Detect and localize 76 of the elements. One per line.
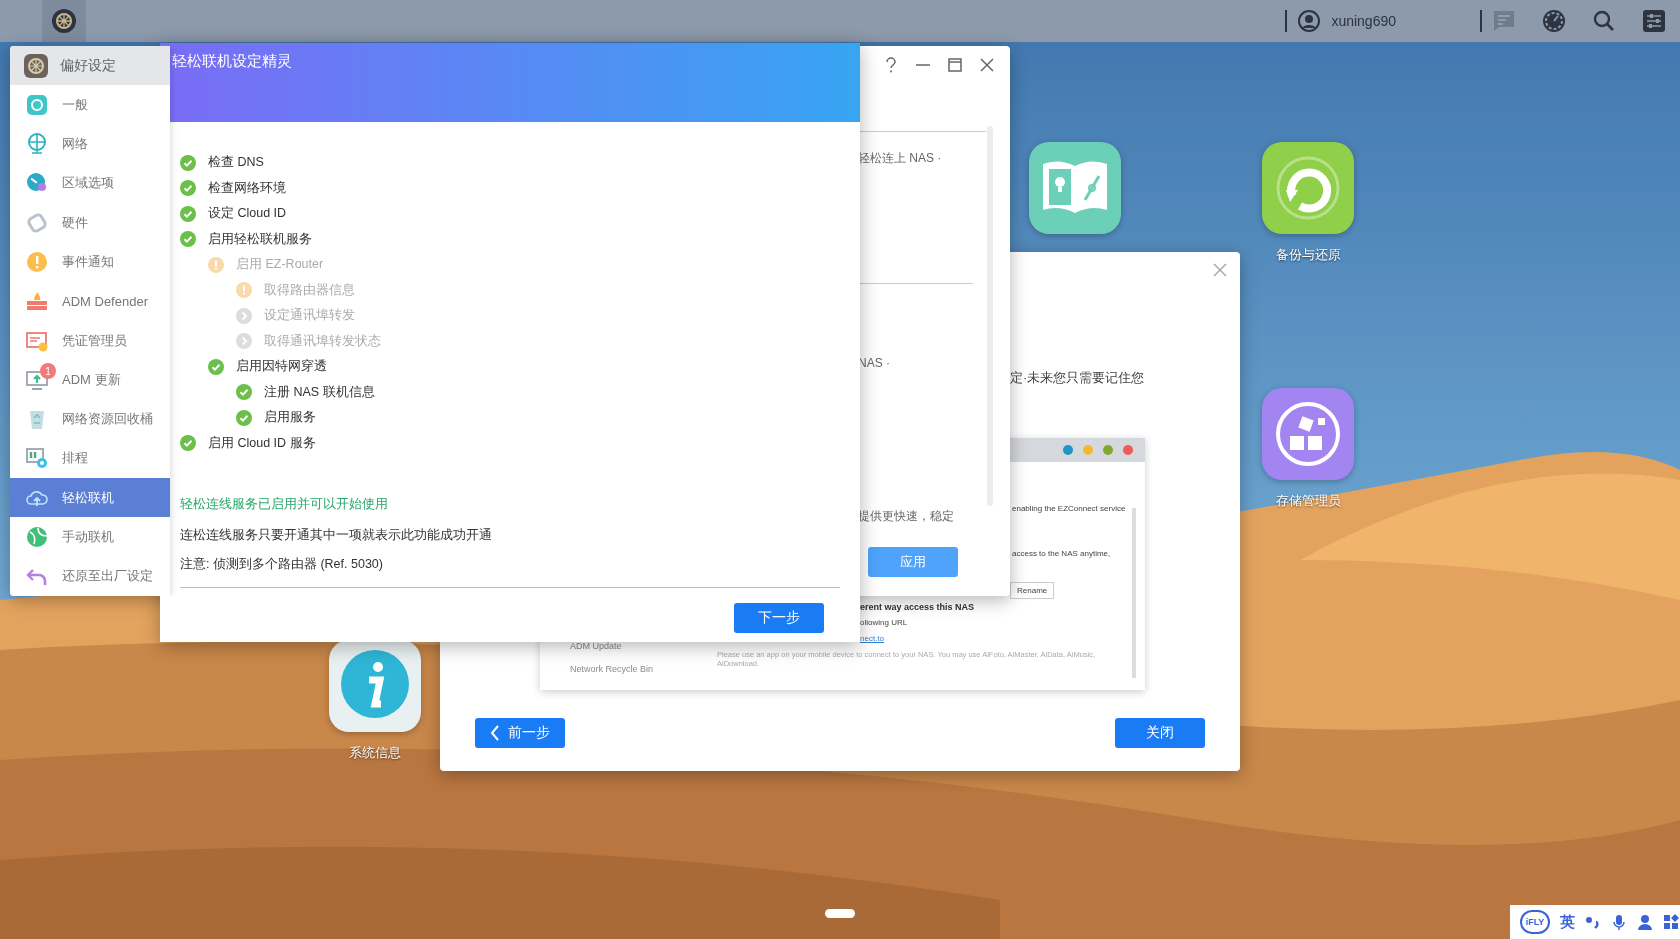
maximize-icon[interactable]: [946, 56, 964, 74]
gear-icon: [24, 53, 48, 78]
description-text: ollowing URL: [860, 618, 908, 627]
desktop-icon-label[interactable]: 备份与还原: [1275, 246, 1341, 264]
sidebar-item[interactable]: 网络: [10, 124, 170, 164]
apps-icon[interactable]: [1663, 914, 1679, 930]
sidebar-item[interactable]: 网络资源回收桶: [10, 399, 170, 439]
note-text: 注意: 侦测到多个路由器 (Ref. 5030): [180, 556, 384, 573]
note-text: 连松连线服务只要开通其中一项就表示此功能成功开通: [180, 527, 493, 544]
username[interactable]: xuning690: [1331, 13, 1396, 29]
step-label: 检查 DNS: [208, 154, 264, 172]
rename-button[interactable]: Rename: [1010, 582, 1055, 599]
section-heading: erent way access this NAS: [860, 602, 975, 612]
back-button[interactable]: 前一步: [475, 718, 565, 748]
settings-icon[interactable]: [1642, 9, 1666, 33]
desktop-icon-label[interactable]: 系统信息: [349, 744, 401, 762]
globe-icon: [26, 133, 48, 156]
close-button[interactable]: 关闭: [1115, 718, 1205, 748]
certificate-icon: [26, 329, 48, 352]
description-text: enabling the EZConnect service: [1012, 504, 1126, 513]
step-label: 检查网络环境: [208, 179, 286, 197]
firewall-icon: [26, 290, 48, 313]
user-avatar-icon[interactable]: [1297, 9, 1322, 33]
window-dot-icon: [1063, 445, 1073, 455]
sidebar-item[interactable]: 事件通知: [10, 242, 170, 282]
main-menu-button[interactable]: [42, 0, 86, 42]
sidebar-item[interactable]: 排程: [10, 438, 170, 479]
sidebar-item[interactable]: 区域选项: [10, 163, 170, 204]
sidebar-item[interactable]: 硬件: [10, 203, 170, 243]
step-label: 取得通讯埠转发状态: [264, 332, 381, 350]
schedule-gear-icon: [26, 447, 48, 470]
sidebar-item[interactable]: 轻松联机: [10, 478, 170, 518]
sidebar-item[interactable]: ADM Defender: [10, 281, 170, 321]
status-message: 轻松连线服务已启用并可以开始使用: [180, 496, 389, 513]
window-dot-icon: [1083, 445, 1093, 455]
info-icon[interactable]: [329, 640, 421, 732]
sidebar-item[interactable]: 还原至出厂设定: [10, 556, 170, 596]
gauge-icon[interactable]: [1542, 9, 1566, 33]
punctuation-icon[interactable]: [1585, 914, 1601, 930]
step-label: 启用因特网穿透: [236, 358, 327, 376]
step-label: 设定 Cloud ID: [208, 205, 287, 223]
step-label: 启用服务: [264, 409, 316, 427]
alert-icon: [26, 251, 48, 273]
sidebar-item[interactable]: 凭证管理员: [10, 320, 170, 361]
globe-icon: [26, 526, 48, 548]
sidebar-item: Network Recycle Bin: [570, 664, 654, 674]
sidebar-item[interactable]: 手动联机: [10, 517, 170, 557]
step-label: 设定通讯埠转发: [264, 307, 355, 325]
sidebar-item: ADM Update: [570, 641, 622, 651]
step-label: 启用 Cloud ID 服务: [208, 434, 316, 452]
window-dot-icon: [1123, 445, 1133, 455]
book-compass-icon[interactable]: [1029, 142, 1121, 234]
notification-badge: 1: [40, 363, 56, 380]
sidebar-item[interactable]: 一般: [10, 85, 170, 125]
step-label: 启用 EZ-Router: [236, 256, 324, 274]
sidebar-item[interactable]: ADM 更新 1: [10, 360, 170, 400]
home-indicator[interactable]: [825, 909, 855, 918]
close-icon[interactable]: [978, 56, 996, 74]
language-toggle[interactable]: 英: [1560, 912, 1575, 932]
wizard-title: 轻松联机设定精灵: [172, 52, 292, 69]
window-dot-icon: [1103, 445, 1113, 455]
ime-logo[interactable]: iFLY: [1520, 910, 1550, 934]
step-label: 注册 NAS 联机信息: [264, 383, 375, 401]
gear-icon: [51, 8, 77, 34]
description-text: access to the NAS anytime,: [1012, 549, 1111, 558]
monitor-upload-icon: [26, 368, 48, 391]
user-icon[interactable]: [1637, 914, 1653, 930]
step-label: 启用轻松联机服务: [208, 230, 312, 248]
apply-button[interactable]: 应用: [868, 547, 958, 577]
next-button[interactable]: 下一步: [734, 603, 824, 633]
search-icon[interactable]: [1592, 9, 1616, 33]
chevron-left-icon: [490, 725, 500, 741]
window-title: 偏好设定: [60, 56, 116, 75]
description-text: 定·未来您只需要记住您: [1010, 369, 1145, 387]
step-label: 取得路由器信息: [264, 281, 355, 299]
microphone-icon[interactable]: [1611, 914, 1627, 930]
